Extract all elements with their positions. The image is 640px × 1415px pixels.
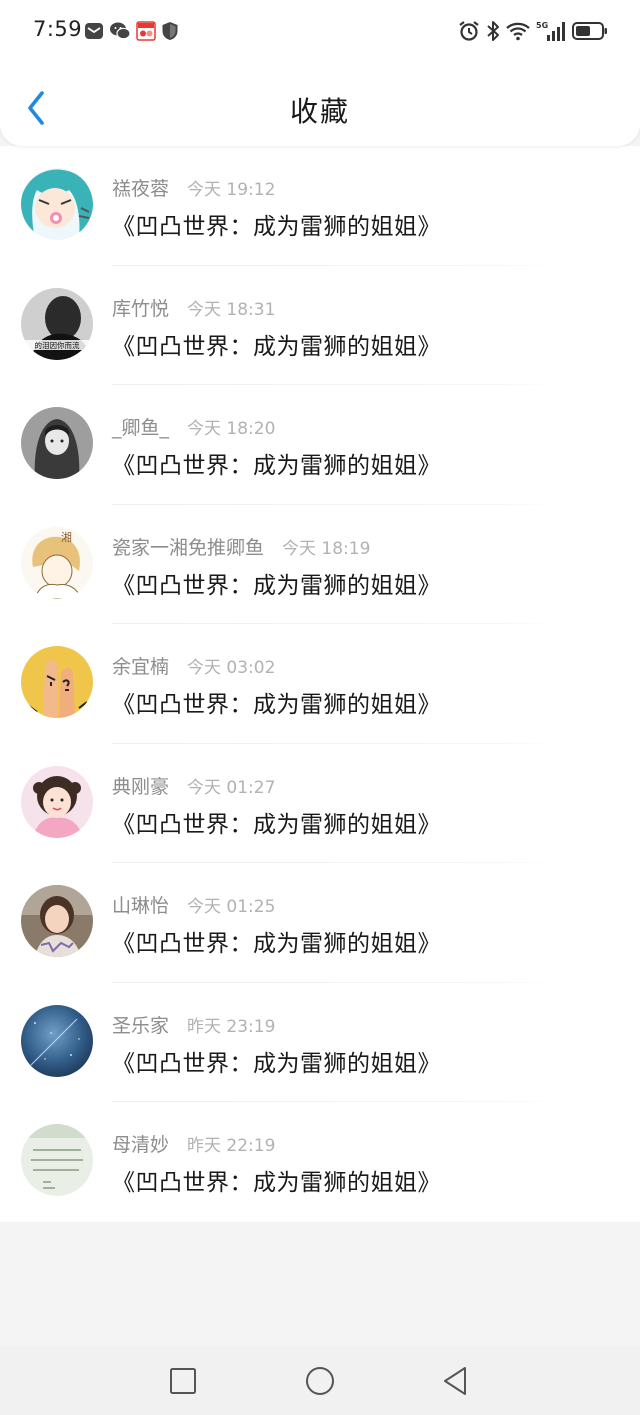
svg-text:5G: 5G xyxy=(536,21,548,30)
avatar: 湘 xyxy=(21,526,93,599)
status-right-icons: 5G xyxy=(458,18,608,44)
alarm-icon xyxy=(458,20,480,42)
item-meta: 余宜楠 今天 03:02 xyxy=(112,652,276,678)
item-meta: 母清妙 昨天 22:19 xyxy=(112,1130,276,1156)
timestamp: 今天 18:19 xyxy=(282,538,371,559)
bluetooth-icon xyxy=(486,20,500,42)
avatar xyxy=(21,1124,93,1196)
list-item[interactable]: _卿鱼_ 今天 18:20 《凹凸世界：成为雷狮的姐姐》 xyxy=(0,385,640,505)
avatar-caption: 的泪因你而流 xyxy=(35,340,80,350)
top-bar: 7:59 5G 收藏 xyxy=(0,0,640,146)
list-item[interactable]: 禚夜蓉 今天 19:12 《凹凸世界：成为雷狮的姐姐》 xyxy=(0,146,640,266)
page-title: 收藏 xyxy=(289,95,350,128)
list-item[interactable]: 湘 瓷家一湘免推卿鱼 今天 18:19 《凹凸世界：成为雷狮的姐姐》 xyxy=(0,505,640,624)
username: 母清妙 xyxy=(112,1134,170,1156)
timestamp: 今天 01:27 xyxy=(187,777,276,798)
favorites-list: 禚夜蓉 今天 19:12 《凹凸世界：成为雷狮的姐姐》 的泪因你而流 库竹悦 今… xyxy=(0,146,640,1222)
username: 瓷家一湘免推卿鱼 xyxy=(112,536,265,559)
wechat-icon xyxy=(109,21,131,41)
item-meta: 瓷家一湘免推卿鱼 今天 18:19 xyxy=(112,533,371,559)
list-item[interactable]: 典刚豪 今天 01:27 《凹凸世界：成为雷狮的姐姐》 xyxy=(0,744,640,863)
item-title: 《凹凸世界：成为雷狮的姐姐》 xyxy=(112,811,441,838)
nav-bar: 收藏 xyxy=(0,72,640,146)
app-notification-icon xyxy=(136,21,156,41)
item-meta: 山琳怡 今天 01:25 xyxy=(112,891,276,917)
status-bar: 7:59 5G xyxy=(0,0,640,64)
avatar xyxy=(21,885,93,957)
list-item[interactable]: 的泪因你而流 库竹悦 今天 18:31 《凹凸世界：成为雷狮的姐姐》 xyxy=(0,266,640,385)
battery-icon xyxy=(572,21,608,41)
nav-back-button[interactable] xyxy=(441,1365,473,1397)
avatar xyxy=(21,646,93,718)
status-left-icons xyxy=(84,20,179,42)
username: _卿鱼_ xyxy=(112,417,170,439)
username: 山琳怡 xyxy=(112,895,170,917)
back-triangle-icon xyxy=(441,1367,473,1401)
item-title: 《凹凸世界：成为雷狮的姐姐》 xyxy=(112,1050,441,1077)
list-item[interactable]: 山琳怡 今天 01:25 《凹凸世界：成为雷狮的姐姐》 xyxy=(0,863,640,983)
item-title: 《凹凸世界：成为雷狮的姐姐》 xyxy=(112,572,441,599)
avatar xyxy=(21,407,93,479)
username: 圣乐家 xyxy=(112,1014,170,1037)
username: 禚夜蓉 xyxy=(112,178,170,200)
timestamp: 昨天 23:19 xyxy=(187,1016,276,1037)
item-meta: 典刚豪 今天 01:27 xyxy=(112,772,276,798)
item-title: 《凹凸世界：成为雷狮的姐姐》 xyxy=(112,453,441,479)
list-item[interactable]: 圣乐家 昨天 23:19 《凹凸世界：成为雷狮的姐姐》 xyxy=(0,983,640,1102)
item-title: 《凹凸世界：成为雷狮的姐姐》 xyxy=(112,692,441,718)
username: 库竹悦 xyxy=(112,297,170,320)
timestamp: 今天 18:20 xyxy=(187,419,276,439)
username: 典刚豪 xyxy=(112,775,170,798)
avatar xyxy=(21,1004,93,1077)
avatar-caption: 湘 xyxy=(61,530,72,544)
status-time: 7:59 xyxy=(33,17,83,41)
avatar: 的泪因你而流 xyxy=(21,287,93,360)
item-meta: 库竹悦 今天 18:31 xyxy=(112,294,276,320)
item-title: 《凹凸世界：成为雷狮的姐姐》 xyxy=(112,1170,441,1196)
5g-signal-icon: 5G xyxy=(536,20,566,42)
timestamp: 今天 03:02 xyxy=(187,658,276,678)
recents-square-icon xyxy=(167,1368,199,1401)
recents-button[interactable] xyxy=(167,1365,199,1397)
list-item[interactable]: 余宜楠 今天 03:02 《凹凸世界：成为雷狮的姐姐》 xyxy=(0,624,640,744)
item-title: 《凹凸世界：成为雷狮的姐姐》 xyxy=(112,333,441,360)
item-meta: 圣乐家 昨天 23:19 xyxy=(112,1011,276,1037)
wifi-icon xyxy=(506,21,530,41)
system-nav-bar xyxy=(0,1346,640,1415)
avatar xyxy=(21,168,93,240)
item-title: 《凹凸世界：成为雷狮的姐姐》 xyxy=(112,931,441,957)
timestamp: 昨天 22:19 xyxy=(187,1136,276,1156)
username: 余宜楠 xyxy=(112,656,170,678)
shield-icon xyxy=(161,21,179,41)
home-button[interactable] xyxy=(304,1365,336,1397)
mail-icon xyxy=(84,21,104,41)
item-meta: 禚夜蓉 今天 19:12 xyxy=(112,174,276,200)
timestamp: 今天 19:12 xyxy=(187,180,276,200)
timestamp: 今天 01:25 xyxy=(187,897,276,917)
list-item[interactable]: 母清妙 昨天 22:19 《凹凸世界：成为雷狮的姐姐》 xyxy=(0,1102,640,1222)
item-title: 《凹凸世界：成为雷狮的姐姐》 xyxy=(112,214,441,240)
item-meta: _卿鱼_ 今天 18:20 xyxy=(112,413,276,439)
avatar xyxy=(21,765,93,838)
home-circle-icon xyxy=(304,1367,336,1401)
timestamp: 今天 18:31 xyxy=(187,299,276,320)
